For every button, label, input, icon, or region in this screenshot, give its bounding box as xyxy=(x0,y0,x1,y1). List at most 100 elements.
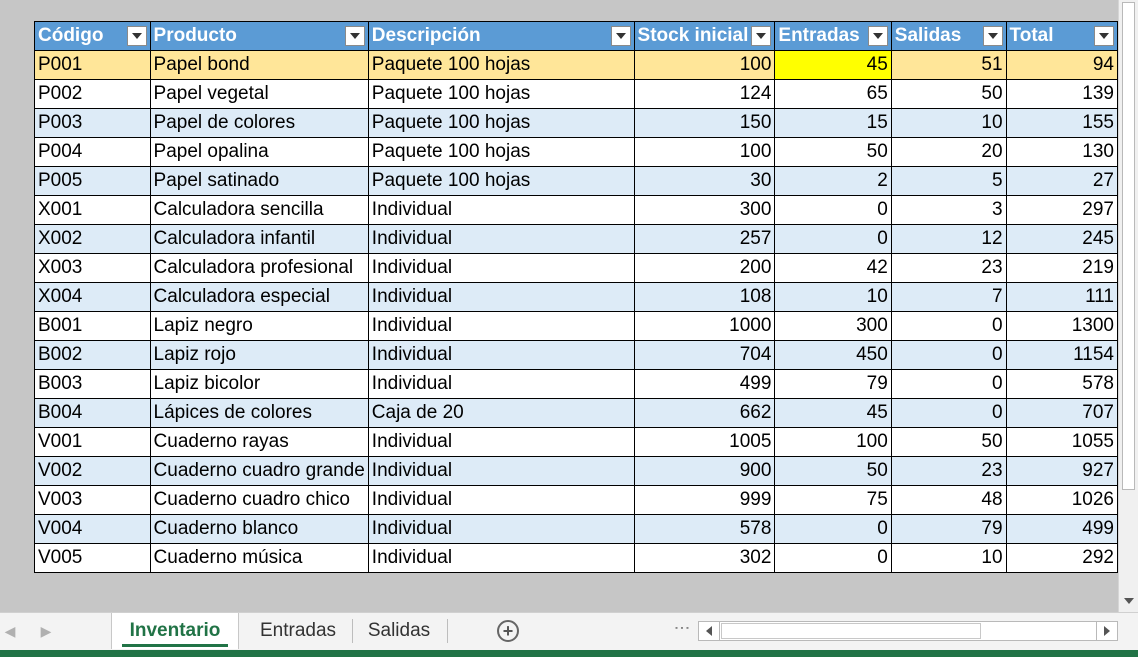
table-cell[interactable]: 450 xyxy=(774,340,892,370)
table-cell[interactable]: B004 xyxy=(34,398,151,428)
table-cell[interactable]: 0 xyxy=(774,514,892,544)
table-cell[interactable]: 139 xyxy=(1005,79,1119,109)
scroll-right-arrow-icon[interactable] xyxy=(1096,622,1117,640)
table-cell[interactable]: 200 xyxy=(633,253,776,283)
table-cell[interactable]: X002 xyxy=(34,224,151,254)
table-cell[interactable]: 75 xyxy=(774,485,892,515)
table-cell[interactable]: 20 xyxy=(890,137,1007,167)
table-cell[interactable]: Paquete 100 hojas xyxy=(367,137,635,167)
table-cell[interactable]: P004 xyxy=(34,137,151,167)
table-cell[interactable]: 662 xyxy=(633,398,776,428)
table-cell[interactable]: 219 xyxy=(1005,253,1119,283)
table-cell[interactable]: 130 xyxy=(1005,137,1119,167)
column-header[interactable]: Producto xyxy=(149,21,369,51)
column-header[interactable]: Stock inicial xyxy=(633,21,776,51)
table-cell[interactable]: 50 xyxy=(774,456,892,486)
table-cell[interactable]: 927 xyxy=(1005,456,1119,486)
table-cell[interactable]: 0 xyxy=(774,224,892,254)
table-cell[interactable]: 578 xyxy=(633,514,776,544)
table-cell[interactable]: 50 xyxy=(890,427,1007,457)
table-cell[interactable]: 0 xyxy=(890,369,1007,399)
table-cell[interactable]: 1300 xyxy=(1005,311,1119,341)
table-cell[interactable]: 27 xyxy=(1005,166,1119,196)
table-cell[interactable]: 23 xyxy=(890,253,1007,283)
chevron-left-icon[interactable]: ◀ xyxy=(0,621,20,641)
table-cell[interactable]: 111 xyxy=(1005,282,1119,312)
filter-dropdown-icon[interactable] xyxy=(1094,26,1114,46)
table-cell[interactable]: 100 xyxy=(633,137,776,167)
chevron-right-icon[interactable]: ▶ xyxy=(36,621,56,641)
table-cell[interactable]: 707 xyxy=(1005,398,1119,428)
table-cell[interactable]: 150 xyxy=(633,108,776,138)
table-cell[interactable]: Individual xyxy=(367,311,635,341)
table-cell[interactable]: 1000 xyxy=(633,311,776,341)
table-cell[interactable]: X001 xyxy=(34,195,151,225)
tab-salidas[interactable]: Salidas xyxy=(356,613,442,649)
vertical-scrollbar[interactable] xyxy=(1118,0,1138,612)
table-cell[interactable]: 900 xyxy=(633,456,776,486)
table-cell[interactable]: Lápices de colores xyxy=(149,398,369,428)
table-cell[interactable]: P002 xyxy=(34,79,151,109)
table-cell[interactable]: 704 xyxy=(633,340,776,370)
horizontal-scrollbar[interactable] xyxy=(698,621,1118,641)
table-cell[interactable]: Paquete 100 hojas xyxy=(367,79,635,109)
table-cell[interactable]: Papel opalina xyxy=(149,137,369,167)
table-cell[interactable]: B002 xyxy=(34,340,151,370)
table-cell[interactable]: Cuaderno cuadro chico xyxy=(149,485,369,515)
table-cell[interactable]: 42 xyxy=(774,253,892,283)
table-cell[interactable]: 578 xyxy=(1005,369,1119,399)
table-cell[interactable]: Lapiz bicolor xyxy=(149,369,369,399)
column-header[interactable]: Código xyxy=(34,21,151,51)
table-cell[interactable]: 100 xyxy=(774,427,892,457)
table-cell[interactable]: 124 xyxy=(633,79,776,109)
table-cell[interactable]: B003 xyxy=(34,369,151,399)
table-cell[interactable]: Paquete 100 hojas xyxy=(367,108,635,138)
table-cell[interactable]: Caja de 20 xyxy=(367,398,635,428)
table-cell[interactable]: 300 xyxy=(633,195,776,225)
column-header[interactable]: Total xyxy=(1005,21,1119,51)
plus-circle-icon[interactable]: + xyxy=(497,620,519,642)
table-cell[interactable]: P001 xyxy=(34,50,151,80)
table-cell[interactable]: Calculadora especial xyxy=(149,282,369,312)
table-cell[interactable]: 1154 xyxy=(1005,340,1119,370)
table-cell[interactable]: 499 xyxy=(633,369,776,399)
table-cell[interactable]: Paquete 100 hojas xyxy=(367,166,635,196)
table-cell[interactable]: 1055 xyxy=(1005,427,1119,457)
table-cell[interactable]: 79 xyxy=(890,514,1007,544)
table-cell[interactable]: Individual xyxy=(367,282,635,312)
tab-inventario[interactable]: Inventario xyxy=(111,613,239,649)
table-cell[interactable]: V005 xyxy=(34,543,151,573)
table-cell[interactable]: 1026 xyxy=(1005,485,1119,515)
table-cell[interactable]: 0 xyxy=(774,195,892,225)
filter-dropdown-icon[interactable] xyxy=(344,26,365,46)
filter-dropdown-icon[interactable] xyxy=(126,26,147,46)
table-cell[interactable]: 245 xyxy=(1005,224,1119,254)
table-cell[interactable]: V004 xyxy=(34,514,151,544)
filter-dropdown-icon[interactable] xyxy=(982,26,1003,46)
table-cell[interactable]: Individual xyxy=(367,485,635,515)
table-cell[interactable]: 94 xyxy=(1005,50,1119,80)
table-cell[interactable]: Individual xyxy=(367,456,635,486)
table-cell[interactable]: 65 xyxy=(774,79,892,109)
table-cell[interactable]: 499 xyxy=(1005,514,1119,544)
table-cell[interactable]: 1005 xyxy=(633,427,776,457)
table-cell[interactable]: V001 xyxy=(34,427,151,457)
table-cell[interactable]: 79 xyxy=(774,369,892,399)
table-cell[interactable]: 23 xyxy=(890,456,1007,486)
table-cell[interactable]: Individual xyxy=(367,195,635,225)
table-cell[interactable]: 108 xyxy=(633,282,776,312)
table-cell[interactable]: 48 xyxy=(890,485,1007,515)
scroll-left-arrow-icon[interactable] xyxy=(699,622,720,640)
table-cell[interactable]: V003 xyxy=(34,485,151,515)
table-cell[interactable]: Cuaderno cuadro grande xyxy=(149,456,369,486)
table-cell[interactable]: 30 xyxy=(633,166,776,196)
table-cell[interactable]: 100 xyxy=(633,50,776,80)
table-cell[interactable]: Individual xyxy=(367,543,635,573)
table-cell[interactable]: 10 xyxy=(890,543,1007,573)
table-cell[interactable]: P005 xyxy=(34,166,151,196)
table-cell[interactable]: 155 xyxy=(1005,108,1119,138)
table-cell[interactable]: Papel de colores xyxy=(149,108,369,138)
column-header[interactable]: Entradas xyxy=(774,21,892,51)
table-cell[interactable]: 10 xyxy=(890,108,1007,138)
table-cell[interactable]: 7 xyxy=(890,282,1007,312)
